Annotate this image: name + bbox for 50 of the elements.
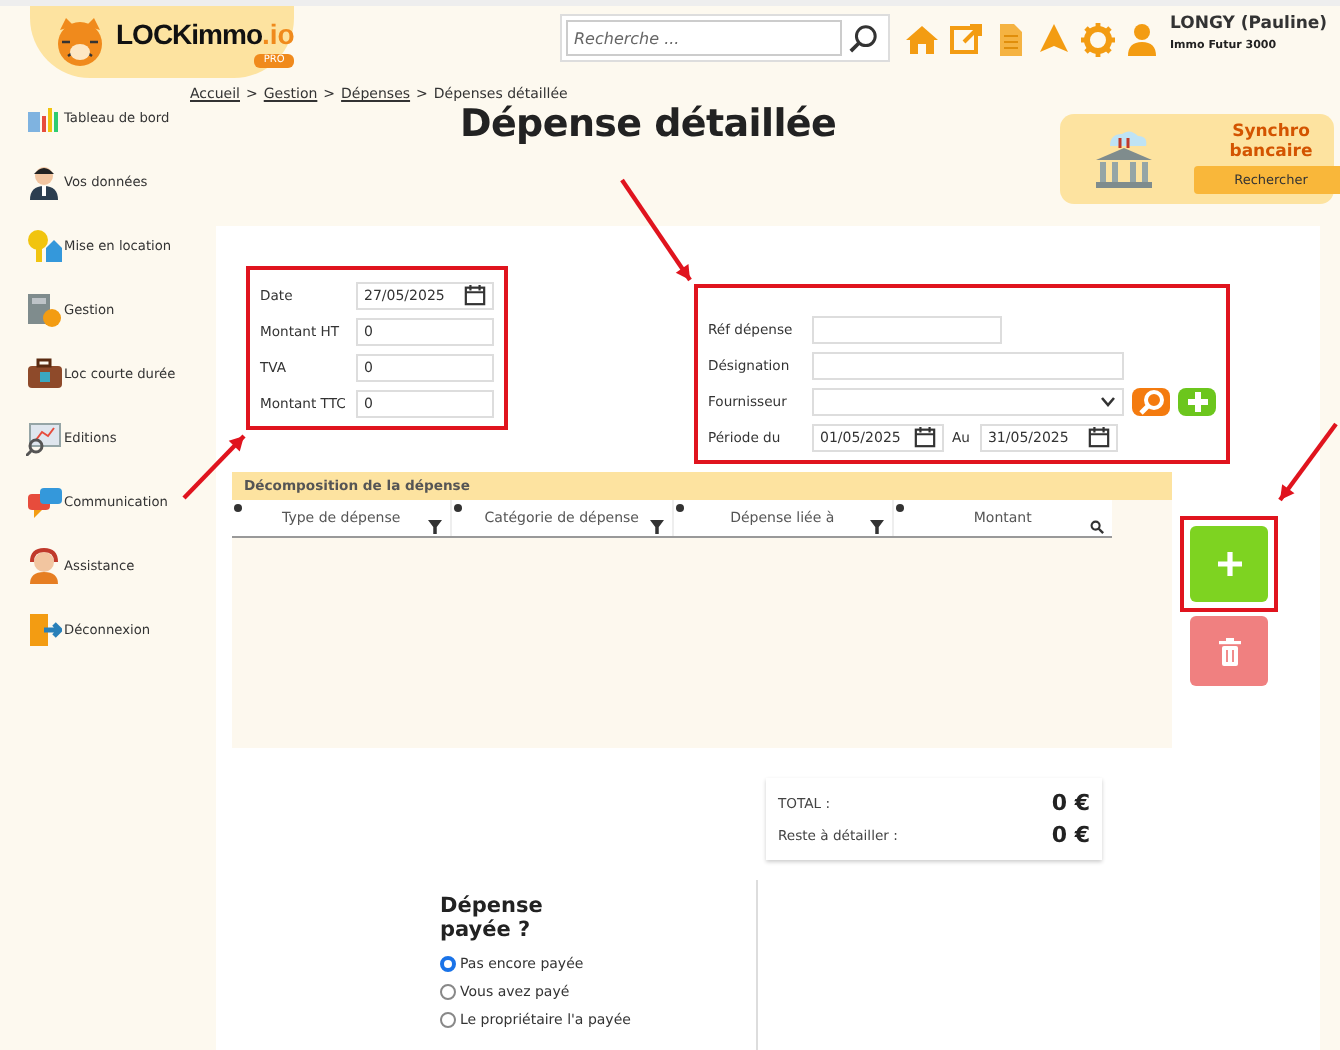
radio-button[interactable] — [440, 984, 456, 1001]
calendar-icon[interactable] — [914, 426, 936, 448]
add-supplier-button[interactable] — [1178, 387, 1216, 415]
home-icon[interactable] — [904, 22, 940, 58]
plus-icon — [1215, 550, 1243, 578]
page-title: Dépense détaillée — [460, 102, 839, 146]
key-icon — [26, 228, 62, 264]
total-value: 0 € — [1051, 790, 1090, 816]
search-icon — [848, 23, 878, 53]
external-link-icon[interactable] — [948, 22, 984, 58]
filter-icon[interactable] — [649, 520, 663, 534]
suitcase-icon — [26, 356, 62, 392]
sort-icon[interactable] — [454, 504, 463, 512]
radio-button[interactable] — [440, 956, 456, 973]
chat-icon — [26, 484, 62, 520]
search-field[interactable]: Recherche ... — [566, 20, 842, 56]
logo-text: LOCKimmo — [116, 17, 262, 49]
chevron-down-icon — [1100, 395, 1116, 407]
user-name: LONGY (Pauline) — [1170, 14, 1328, 34]
sort-icon[interactable] — [675, 504, 683, 512]
headset-icon — [26, 548, 62, 584]
input-field[interactable] — [812, 315, 1002, 343]
delete-button[interactable] — [1190, 616, 1268, 686]
section-title: Dépense payée ? — [440, 894, 545, 943]
radio-button[interactable] — [440, 1012, 456, 1029]
person-icon — [26, 164, 62, 200]
input-field[interactable] — [812, 351, 1124, 379]
trash-icon — [1217, 637, 1241, 665]
monitor-icon — [26, 420, 62, 456]
filter-icon[interactable] — [869, 520, 884, 534]
door-icon — [26, 612, 62, 648]
paper-plane-icon[interactable] — [1036, 22, 1072, 58]
total-value: 0 € — [1051, 822, 1090, 848]
sort-icon[interactable] — [895, 504, 904, 512]
sync-title: Synchro bancaire — [1227, 123, 1315, 163]
search-icon[interactable] — [1090, 520, 1104, 534]
calendar-icon[interactable] — [1087, 426, 1110, 448]
filter-icon[interactable] — [428, 520, 443, 534]
calculator-icon — [26, 292, 62, 328]
calendar-icon[interactable] — [464, 284, 486, 306]
annotation-arrow — [182, 434, 246, 500]
search-supplier-button[interactable] — [1132, 387, 1170, 415]
settings-icon[interactable] — [1080, 22, 1116, 58]
user-icon[interactable] — [1124, 22, 1160, 58]
annotation-arrow — [620, 178, 692, 282]
bank-icon — [1090, 125, 1158, 193]
search-icon — [1137, 387, 1165, 415]
plus-icon — [1185, 389, 1209, 413]
annotation-arrow — [1278, 422, 1338, 502]
sort-icon[interactable] — [234, 504, 242, 512]
